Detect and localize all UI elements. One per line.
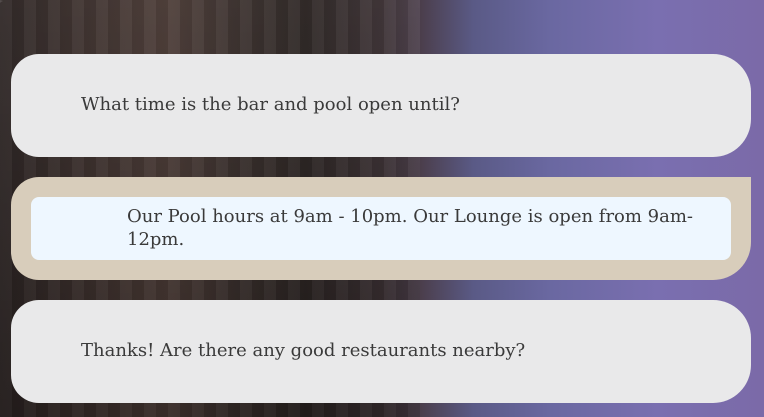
assistant-message-bubble: Our Pool hours at 9am - 10pm. Our Lounge… [11,177,751,280]
chat-thread: What time is the bar and pool open until… [0,0,764,417]
user-message-text: Thanks! Are there any good restaurants n… [81,340,526,362]
user-message-text: What time is the bar and pool open until… [81,94,460,116]
assistant-message-text: Our Pool hours at 9am - 10pm. Our Lounge… [127,206,694,250]
user-message-bubble: Thanks! Are there any good restaurants n… [11,300,751,403]
assistant-message-inner: Our Pool hours at 9am - 10pm. Our Lounge… [31,197,731,260]
user-message-bubble: What time is the bar and pool open until… [11,54,751,157]
